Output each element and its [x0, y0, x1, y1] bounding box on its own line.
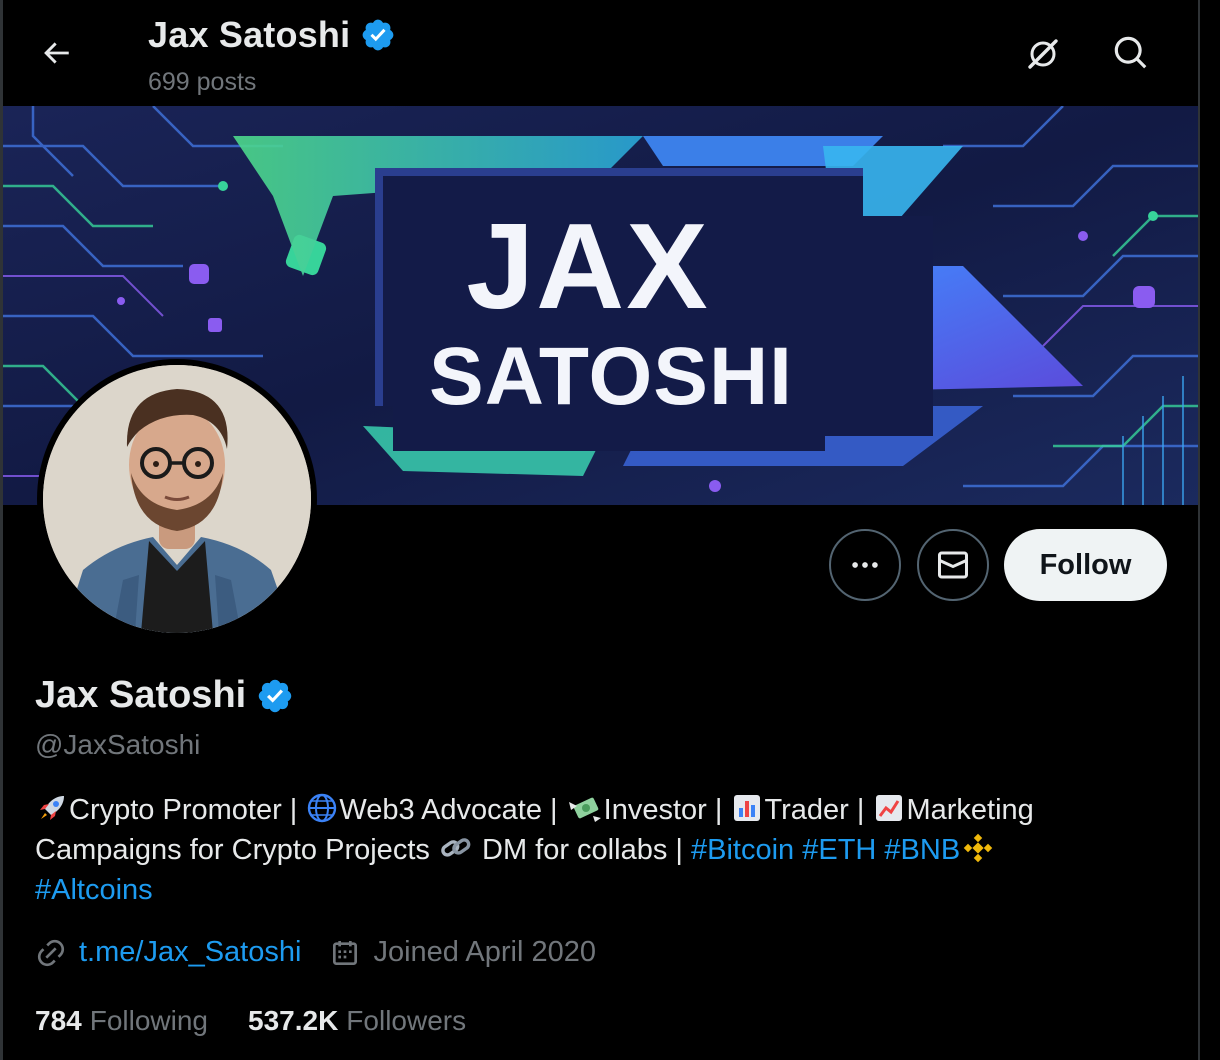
- followers-link[interactable]: 537.2K Followers: [248, 1005, 466, 1037]
- more-button[interactable]: [829, 529, 901, 601]
- followers-count: 537.2K: [248, 1005, 339, 1036]
- follow-button[interactable]: Follow: [1004, 529, 1167, 601]
- verified-badge-icon: [362, 19, 394, 51]
- search-button[interactable]: [1103, 25, 1159, 81]
- bio-text-6: DM for collabs |: [482, 834, 691, 866]
- money-with-wings-icon: [568, 797, 601, 822]
- post-count: 699 posts: [148, 68, 257, 96]
- hashtag-altcoins[interactable]: #Altcoins: [35, 874, 153, 906]
- following-count: 784: [35, 1005, 82, 1036]
- profile-name: Jax Satoshi: [35, 674, 247, 716]
- followers-label: Followers: [346, 1005, 467, 1036]
- header-title: Jax Satoshi: [148, 14, 351, 55]
- back-button[interactable]: [30, 30, 82, 76]
- follow-stats: 784 Following 537.2K Followers: [35, 1005, 506, 1037]
- avatar-image: [43, 365, 311, 633]
- bio-text-3: Investor |: [603, 794, 731, 826]
- bio-text-2: Web3 Advocate |: [339, 794, 566, 826]
- profile-name-row: Jax Satoshi: [35, 674, 294, 717]
- bio-text-4: Trader |: [764, 794, 873, 826]
- more-icon: [852, 562, 878, 568]
- profile-header-bar: Jax Satoshi 699 posts: [0, 0, 1200, 106]
- profile-link-text[interactable]: t.me/Jax_Satoshi: [79, 936, 301, 969]
- profile-page: Jax Satoshi 699 posts JAX SATOSHI Follow…: [0, 0, 1220, 1060]
- profile-link[interactable]: t.me/Jax_Satoshi: [35, 936, 301, 969]
- hashtag-bnb[interactable]: #BNB: [884, 834, 960, 866]
- profile-bio: Crypto Promoter | Web3 Advocate | Invest…: [35, 790, 1165, 910]
- grok-icon: [1028, 39, 1058, 69]
- verified-badge-icon[interactable]: [256, 677, 294, 715]
- profile-avatar[interactable]: [37, 359, 317, 639]
- profile-meta: t.me/Jax_Satoshi Joined April 2020: [35, 936, 624, 969]
- profile-handle: @JaxSatoshi: [35, 729, 201, 760]
- arrow-left-icon: [44, 42, 69, 64]
- joined-date-text: Joined April 2020: [373, 936, 596, 968]
- hashtag-bitcoin[interactable]: #Bitcoin: [691, 834, 794, 866]
- bar-chart-icon: [734, 795, 761, 821]
- hashtag-eth[interactable]: #ETH: [802, 834, 876, 866]
- calendar-icon: [333, 940, 358, 965]
- grok-button[interactable]: [1015, 25, 1071, 81]
- column-border-right: [1198, 0, 1200, 1060]
- header-name-row: Jax Satoshi: [148, 14, 396, 56]
- joined-date: Joined April 2020: [329, 936, 596, 969]
- link-icon: [37, 939, 65, 966]
- search-icon: [1114, 36, 1147, 69]
- banner-title-line2: SATOSHI: [429, 331, 793, 422]
- following-label: Following: [89, 1005, 208, 1036]
- banner-title-line1: JAX: [466, 198, 709, 334]
- mail-icon: [937, 551, 968, 579]
- following-link[interactable]: 784 Following: [35, 1005, 208, 1037]
- globe-icon: [308, 793, 337, 823]
- message-button[interactable]: [917, 529, 989, 601]
- link-emoji-icon: [441, 838, 471, 857]
- bio-text-1: Crypto Promoter |: [69, 794, 306, 826]
- chart-increasing-icon: [876, 795, 903, 821]
- binance-icon: [963, 833, 993, 863]
- rocket-icon: [40, 796, 64, 820]
- header-titles: Jax Satoshi 699 posts: [148, 14, 396, 97]
